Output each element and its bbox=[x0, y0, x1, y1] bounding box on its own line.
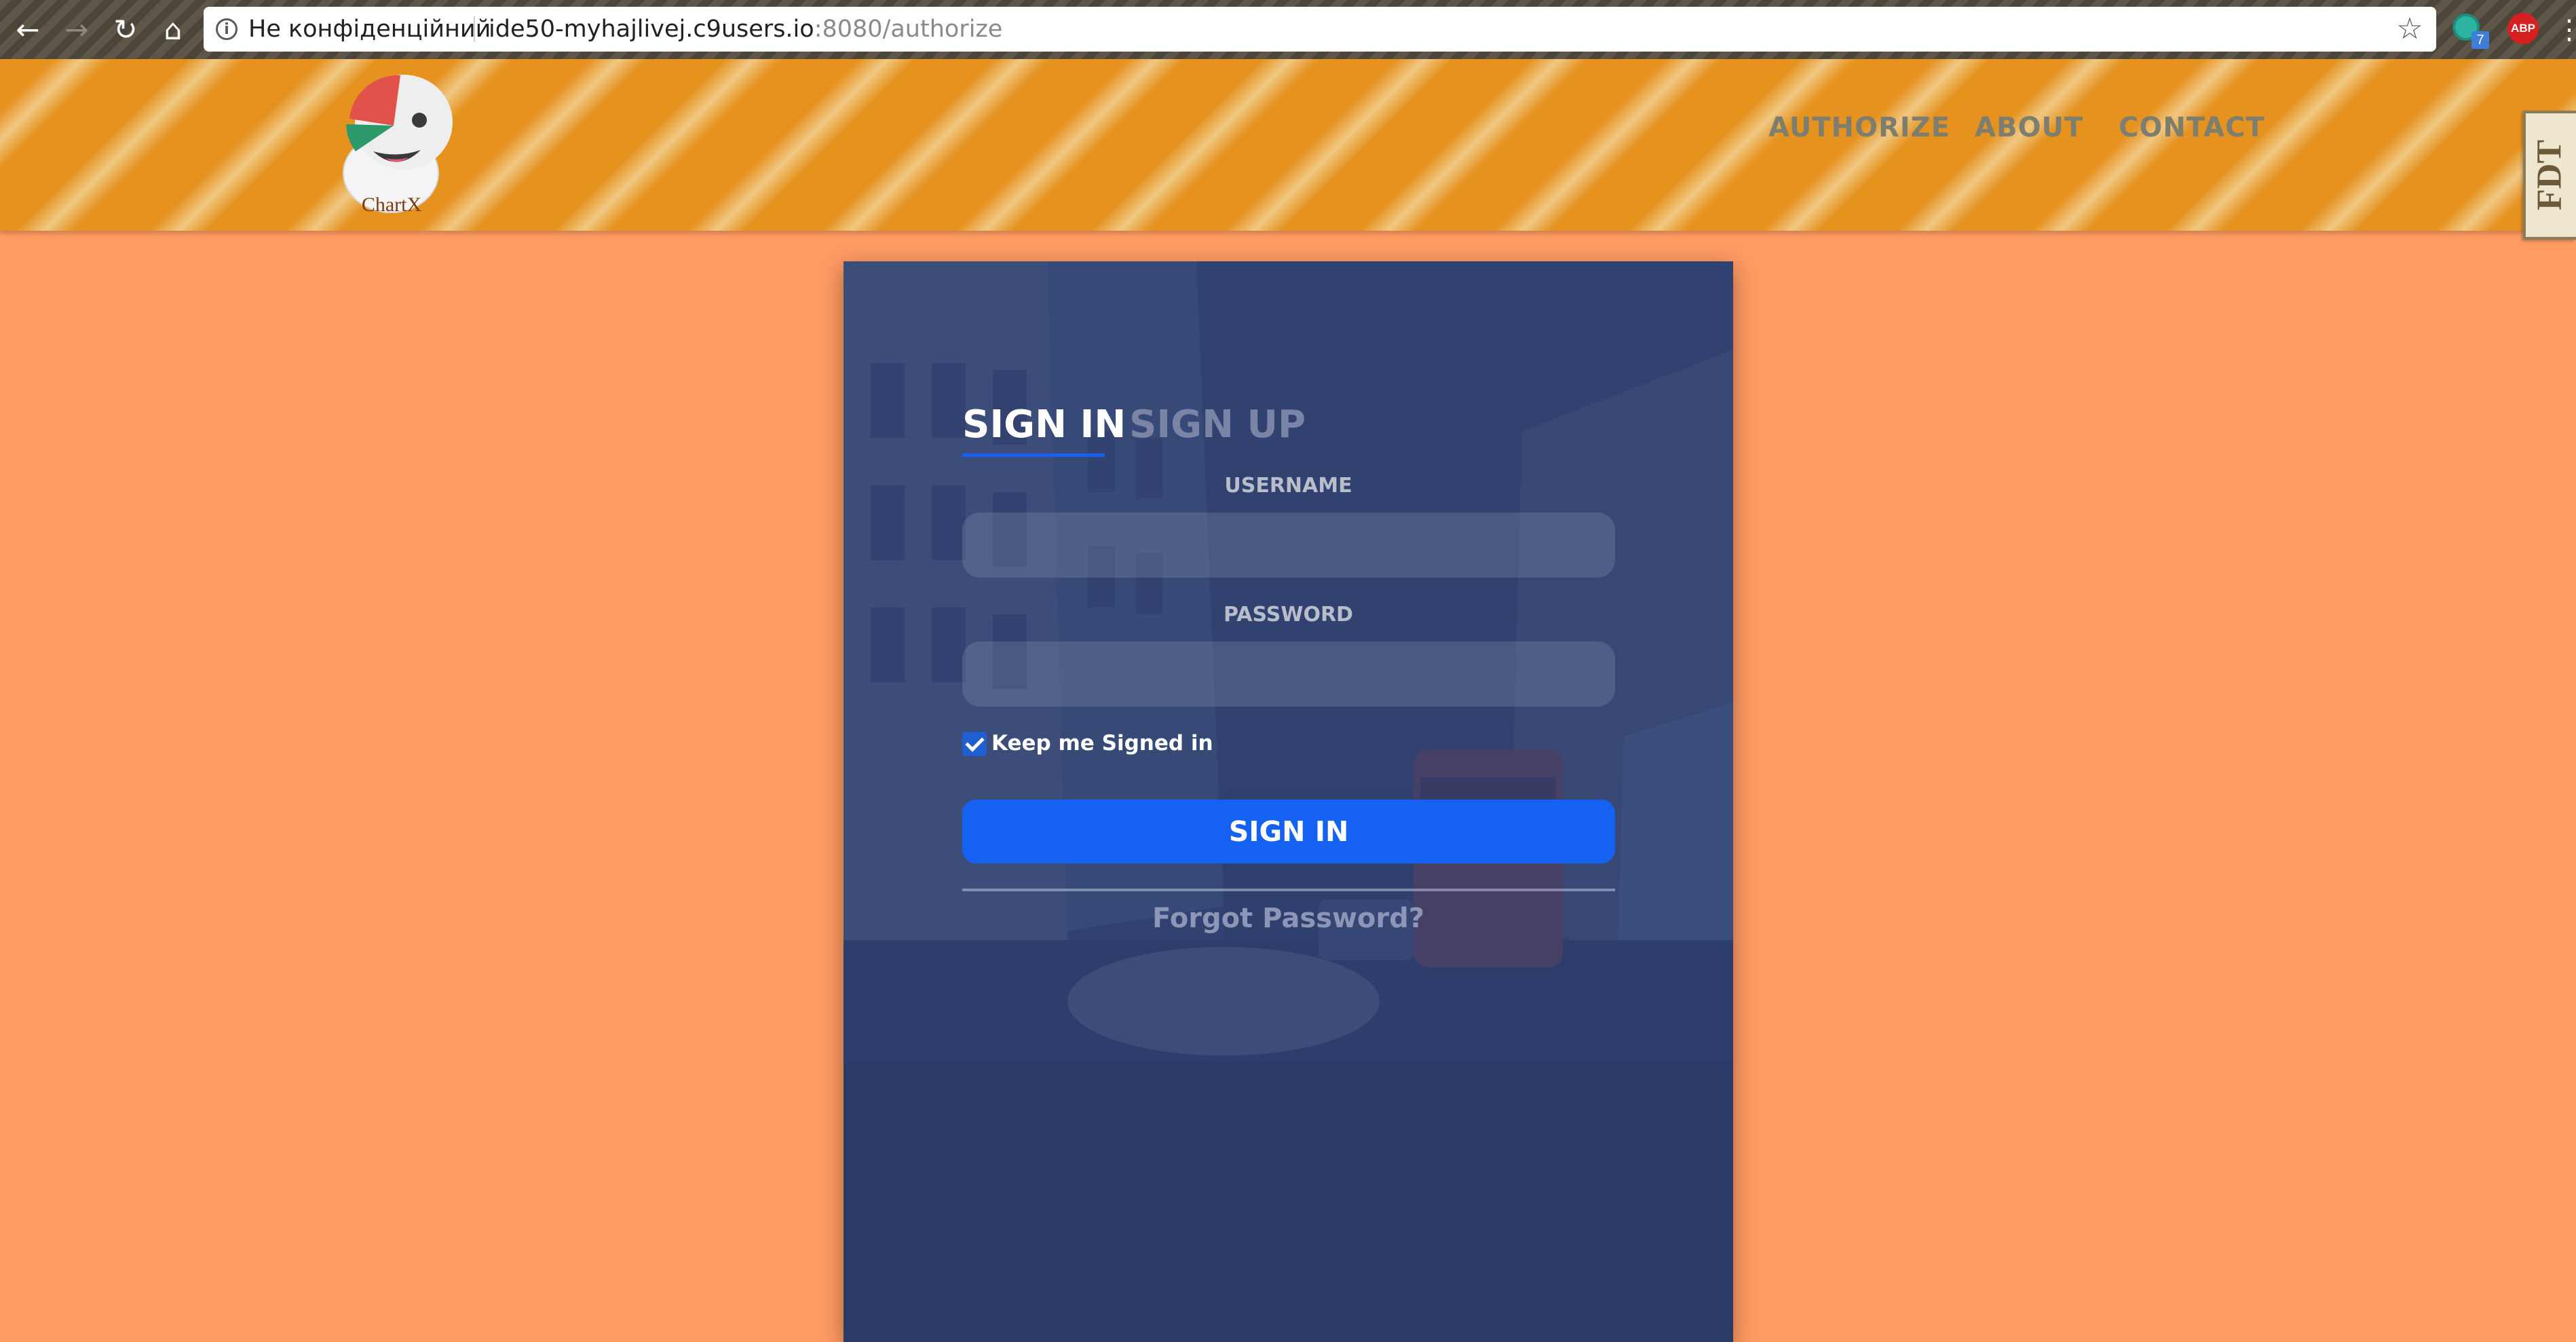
keep-signed-in-label[interactable]: Keep me Signed in bbox=[991, 731, 1213, 756]
home-icon[interactable]: ⌂ bbox=[152, 8, 194, 50]
url-separator bbox=[474, 16, 475, 42]
browser-toolbar: ← → ↻ ⌂ i Не конфіденційний ide50-myhajl… bbox=[0, 0, 2576, 59]
site-header: ChartX AUTHORIZE ABOUT CONTACT bbox=[0, 59, 2576, 231]
url-path: :8080/authorize bbox=[814, 16, 1003, 43]
nav-contact[interactable]: CONTACT bbox=[2119, 112, 2265, 154]
info-icon[interactable]: i bbox=[216, 18, 238, 40]
forward-icon[interactable]: → bbox=[56, 8, 98, 50]
tab-sign-up[interactable]: SIGN UP bbox=[1129, 403, 1306, 453]
password-input[interactable] bbox=[962, 641, 1615, 707]
url-host: ide50-myhajlivej.c9users.io bbox=[489, 16, 814, 43]
menu-icon[interactable]: ⋮ bbox=[2556, 10, 2576, 50]
adblock-icon[interactable]: ABP bbox=[2507, 13, 2539, 44]
logo-text: ChartX bbox=[361, 193, 422, 216]
back-icon[interactable]: ← bbox=[7, 8, 49, 50]
tab-sign-in[interactable]: SIGN IN bbox=[962, 403, 1126, 453]
extension-badge: 7 bbox=[2471, 31, 2489, 49]
username-input[interactable] bbox=[962, 512, 1615, 578]
security-label[interactable]: Не конфіденційний bbox=[248, 7, 491, 52]
address-bar[interactable]: i Не конфіденційний ide50-myhajlivej.c9u… bbox=[204, 7, 2436, 52]
divider bbox=[962, 889, 1615, 891]
login-card: SIGN IN SIGN UP USERNAME PASSWORD Keep m… bbox=[844, 261, 1733, 1342]
url-text[interactable]: ide50-myhajlivej.c9users.io:8080/authori… bbox=[489, 7, 1002, 52]
nav-about[interactable]: ABOUT bbox=[1975, 112, 2083, 154]
fdt-side-widget[interactable]: FDT bbox=[2523, 111, 2576, 240]
star-icon[interactable]: ☆ bbox=[2391, 11, 2428, 48]
active-tab-indicator bbox=[962, 453, 1105, 457]
forgot-password-link[interactable]: Forgot Password? bbox=[844, 903, 1733, 934]
username-label: USERNAME bbox=[1224, 474, 1352, 498]
sign-in-button[interactable]: SIGN IN bbox=[962, 800, 1615, 863]
reload-icon[interactable]: ↻ bbox=[105, 8, 147, 50]
nav-authorize[interactable]: AUTHORIZE bbox=[1768, 112, 1950, 154]
keep-signed-in-checkbox[interactable] bbox=[962, 732, 987, 756]
password-label: PASSWORD bbox=[1224, 603, 1353, 627]
fdt-label: FDT bbox=[2530, 140, 2569, 210]
